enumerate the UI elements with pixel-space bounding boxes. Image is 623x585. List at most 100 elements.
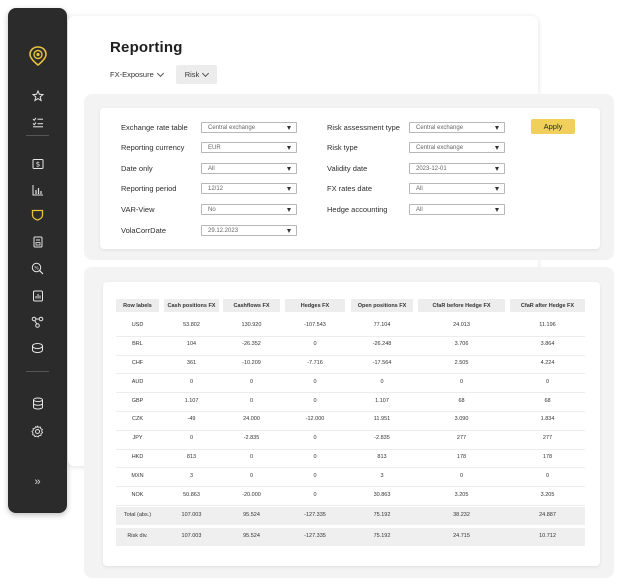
caret-down-icon <box>287 229 291 233</box>
table-cell: -17.564 <box>372 360 392 366</box>
risk-assessment-type-select[interactable]: Central exchange <box>409 122 505 133</box>
column-header[interactable]: Open positions FX <box>351 299 413 312</box>
filter-label: Hedge accounting <box>327 205 388 214</box>
settings-icon[interactable] <box>8 421 67 441</box>
column-header[interactable]: Row labels <box>116 299 159 312</box>
risk-type-select[interactable]: Central exchange <box>409 142 505 153</box>
column-header[interactable]: CfaR before Hedge FX <box>418 299 505 312</box>
validity-date-select[interactable]: 2023-12-01 <box>409 163 505 174</box>
column-header[interactable]: CfaR after Hedge FX <box>510 299 585 312</box>
table-cell: 1.107 <box>375 397 389 404</box>
select-value: 2023-12-01 <box>416 165 447 172</box>
table-cell: 10.712 <box>539 533 556 539</box>
table-cell: 0 <box>459 472 464 479</box>
table-cell: 68 <box>544 397 551 404</box>
table-cell: 0 <box>313 472 317 479</box>
fx-rates-date-select[interactable]: All <box>409 183 505 194</box>
row-label: BRL <box>132 341 143 348</box>
apply-button[interactable]: Apply <box>531 119 575 134</box>
table-cell: 0 <box>313 341 317 348</box>
table-cell: 11.951 <box>373 416 391 423</box>
filter-label: Reporting currency <box>121 143 185 152</box>
date-only-select[interactable]: All <box>201 163 297 174</box>
reporting-currency-select[interactable]: EUR <box>201 142 297 153</box>
coins-icon[interactable] <box>8 338 67 358</box>
row-label: JPY <box>132 435 143 442</box>
table-cell: 0 <box>249 472 254 479</box>
table-cell: 24.000 <box>243 416 260 423</box>
select-value: 12/12 <box>208 185 224 192</box>
tab-label: Risk <box>184 70 200 79</box>
reporting-period-select[interactable]: 12/12 <box>201 183 297 194</box>
tab-fx-exposure[interactable]: FX-Exposure <box>110 65 164 84</box>
caret-down-icon <box>287 167 291 171</box>
row-label: GBP <box>131 397 144 404</box>
table-cell: -2.835 <box>374 435 390 442</box>
shield-icon[interactable] <box>8 205 67 225</box>
filter-label: Date only <box>121 164 153 173</box>
location-pin-icon[interactable] <box>8 46 67 66</box>
table-cell: 30.863 <box>373 491 391 498</box>
table-cell: 3.205 <box>454 491 469 498</box>
hedge-accounting-select[interactable]: All <box>409 204 505 215</box>
table-cell: 3.090 <box>454 416 469 423</box>
table-cell: 107.003 <box>181 533 202 539</box>
table-cell: 0 <box>545 378 550 385</box>
volacorrdate-select[interactable]: 29.12.2023 <box>201 225 297 236</box>
database-icon[interactable] <box>8 393 67 413</box>
table-cell: 68 <box>458 397 465 404</box>
table-cell: 0 <box>313 435 317 442</box>
row-label: CHF <box>131 360 144 366</box>
percent-search-icon[interactable]: % <box>8 258 67 278</box>
table-cell: -107.543 <box>304 322 326 329</box>
exchange-rate-table-select[interactable]: Central exchange <box>201 122 297 133</box>
row-label: AUD <box>131 378 144 385</box>
column-header[interactable]: Cash positions FX <box>164 299 219 312</box>
table-cell: 178 <box>542 454 553 460</box>
row-label: HKD <box>131 454 144 460</box>
table-cell: 178 <box>456 454 467 460</box>
table-cell: -7.716 <box>307 360 323 366</box>
table-cell: -2.835 <box>243 435 260 442</box>
table-cell: 0 <box>249 378 254 385</box>
table-cell: 3 <box>189 472 194 479</box>
var-view-select[interactable]: No <box>201 204 297 215</box>
sidebar: $ % » <box>8 8 67 513</box>
table-cell: 361 <box>186 360 197 366</box>
sidebar-divider <box>26 135 49 136</box>
bar-chart-icon[interactable] <box>8 180 67 200</box>
table-cell: 95.524 <box>243 512 260 518</box>
table-cell: 2.505 <box>454 360 469 366</box>
column-header[interactable]: Hedges FX <box>285 299 345 312</box>
select-value: 29.12.2023 <box>208 227 239 234</box>
caret-down-icon <box>495 126 499 130</box>
star-icon[interactable] <box>8 86 67 106</box>
expand-icon[interactable]: » <box>8 472 67 492</box>
report-icon[interactable] <box>8 286 67 306</box>
table-cell: 50.863 <box>183 491 200 498</box>
table-cell: -26.352 <box>242 341 261 348</box>
chevron-down-icon <box>156 69 164 77</box>
select-value: Central exchange <box>416 124 464 131</box>
select-value: Central exchange <box>208 124 256 131</box>
caret-down-icon <box>495 146 499 150</box>
row-label: USD <box>131 322 144 329</box>
dollar-document-icon[interactable]: $ <box>8 154 67 174</box>
table-cell: -127.335 <box>304 533 326 539</box>
document-icon[interactable] <box>8 232 67 252</box>
table-cell: 0 <box>380 378 384 385</box>
flow-icon[interactable] <box>8 312 67 332</box>
table-cell: 11.196 <box>539 322 556 329</box>
table-cell: 0 <box>249 454 254 460</box>
caret-down-icon <box>287 187 291 191</box>
filter-label: VAR-View <box>121 205 155 214</box>
row-label: Risk div. <box>127 533 148 539</box>
table-cell: 0 <box>459 378 464 385</box>
checklist-icon[interactable] <box>8 112 67 132</box>
tab-risk[interactable]: Risk <box>176 65 217 84</box>
table-cell: -49 <box>187 416 196 423</box>
table-cell: 0 <box>189 435 194 442</box>
column-header[interactable]: Cashflows FX <box>223 299 280 312</box>
table-cell: 3.864 <box>540 341 555 348</box>
table-cell: 3 <box>380 472 384 479</box>
